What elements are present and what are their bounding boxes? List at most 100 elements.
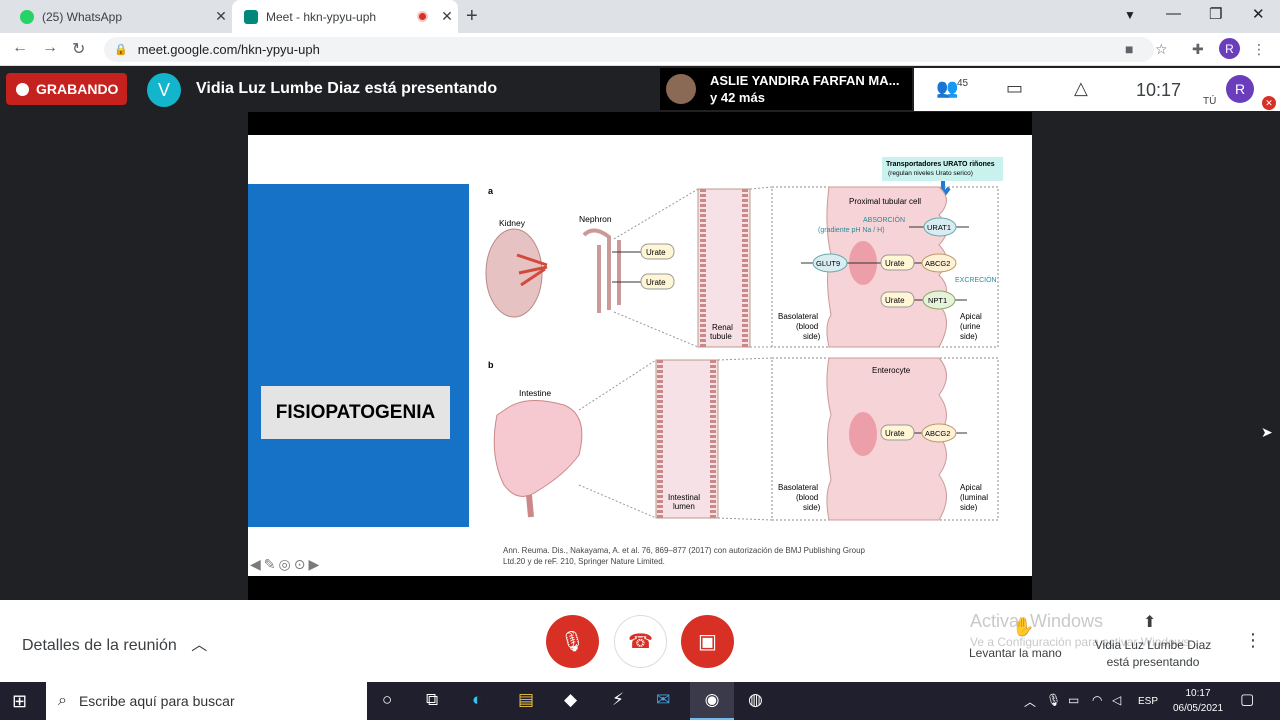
battery-icon[interactable]: ▭ (1068, 693, 1079, 707)
presenter-text: Vidia Luz Lumbe Diaz está presentando (196, 80, 498, 97)
next-slide-icon[interactable]: ▶ (308, 556, 322, 572)
more-options-button[interactable]: ⋮ (1244, 630, 1262, 651)
mic-muted-icon: ✕ (1262, 96, 1276, 110)
people-icon[interactable]: 👥 (936, 78, 958, 99)
presenting-status[interactable]: Vidia Luz Lumbe Diaz está presentando (1094, 637, 1212, 671)
close-window-icon[interactable]: ✕ (1252, 5, 1265, 23)
taskbar-date: 06/05/2021 (1172, 703, 1224, 714)
urate-label-5: Urate (885, 429, 905, 438)
apical-label-b: Apical (960, 483, 982, 492)
meeting-clock: 10:17 (1136, 80, 1182, 100)
tab-title: (25) WhatsApp (42, 9, 123, 24)
chevron-up-icon: ︿ (191, 637, 208, 654)
task-view-icon[interactable]: ⧉ (426, 690, 438, 710)
urate-label-4: Urate (885, 296, 905, 305)
camera-icon[interactable]: ■ (1125, 41, 1133, 57)
mic-toggle-button[interactable]: 🎙 (546, 615, 599, 668)
camera-off-icon: ▣ (698, 631, 717, 653)
cell-nucleus-b (849, 412, 877, 456)
edge-icon[interactable]: ◐ (472, 690, 482, 710)
browser-toolbar: ← → ↻ 🔒 meet.google.com/hkn-ypyu-uph ■ ☆… (0, 33, 1280, 66)
reload-icon[interactable]: ↻ (72, 39, 85, 59)
tab-title: Meet - hkn-ypyu-uph (266, 9, 377, 24)
chrome-taskbar-icon[interactable]: ◉ (690, 682, 734, 720)
lock-icon: 🔒 (114, 44, 128, 56)
pen-icon[interactable]: ✎ (264, 556, 279, 572)
more-options-icon[interactable]: ⊙ (294, 556, 309, 572)
windows-start-icon[interactable]: ⊞ (12, 691, 27, 712)
menu-icon[interactable]: ⋮ (1252, 41, 1266, 58)
tab-meet[interactable]: Meet - hkn-ypyu-uph ✕ (232, 0, 458, 33)
taskbar-search-placeholder: Escribe aquí para buscar (78, 693, 235, 709)
close-icon[interactable]: ✕ (436, 8, 458, 25)
urat1-label: URAT1 (927, 223, 951, 232)
urate-label-2: Urate (646, 278, 666, 287)
chat-icon[interactable]: ▭ (1006, 78, 1023, 99)
side-label-a: side) (803, 332, 821, 341)
address-bar[interactable]: 🔒 meet.google.com/hkn-ypyu-uph (104, 37, 1154, 62)
intestinal-label-2: lumen (673, 502, 695, 511)
taskbar-clock[interactable]: 10:17 06/05/2021 (1168, 686, 1228, 716)
profile-avatar[interactable]: R (1219, 38, 1240, 59)
language-indicator[interactable]: ESP (1138, 696, 1158, 707)
new-tab-icon[interactable]: + (466, 5, 478, 28)
present-screen-icon[interactable]: ⬆ (1143, 612, 1156, 632)
cortana-icon[interactable]: ○ (382, 690, 392, 710)
grid-icon[interactable]: ◎ (279, 556, 294, 572)
bookmark-star-icon[interactable]: ☆ (1155, 41, 1168, 58)
recording-label: GRABANDO (36, 81, 119, 97)
urate-transport-figure: a b Transportadores URATO riñones (regul… (485, 157, 1003, 521)
meeting-details-button[interactable]: Detalles de la reunión ︿ (22, 631, 207, 655)
recording-icon (417, 11, 428, 22)
participant-chip[interactable]: ASLIE YANDIRA FARFAN MA... y 42 más (660, 68, 912, 110)
close-icon[interactable]: ✕ (210, 8, 232, 25)
raise-hand-label[interactable]: Levantar la mano (969, 646, 1062, 660)
presenting-name: Vidia Luz Lumbe Diaz (1094, 638, 1212, 652)
taskbar-search[interactable]: ⌕ Escribe aquí para buscar (46, 682, 367, 720)
mail-icon[interactable]: ✉ (656, 690, 670, 710)
raise-hand-icon[interactable]: ✋ (1012, 617, 1034, 638)
record-dot-icon (16, 82, 29, 96)
back-icon[interactable]: ← (12, 39, 28, 57)
activities-icon[interactable]: △ (1074, 78, 1088, 99)
self-avatar: R (1226, 75, 1254, 103)
activate-windows-title: Activar Windows (970, 611, 1104, 631)
notifications-icon[interactable]: ▢ (1240, 690, 1254, 708)
self-label: TÚ (1203, 96, 1217, 107)
extensions-icon[interactable]: ✚ (1192, 41, 1204, 58)
presenter-avatar: V (147, 73, 181, 107)
callout-subtitle: (regulan niveles Urato serico) (888, 170, 973, 177)
kidney-label: Kidney (499, 218, 526, 228)
basolateral-label-b: Basolateral (778, 483, 818, 492)
dropbox-icon[interactable]: ◆ (564, 690, 577, 710)
file-explorer-icon[interactable]: ▤ (518, 690, 534, 710)
proximal-cell-label: Proximal tubular cell (849, 197, 921, 206)
blood-label-b: (blood (796, 493, 818, 502)
camera-toggle-button[interactable]: ▣ (681, 615, 734, 668)
taskbar-time: 10:17 (1185, 688, 1211, 699)
app-lightning-icon[interactable]: ⚡ (612, 690, 624, 710)
meeting-details-label: Detalles de la reunión (22, 637, 177, 654)
obs-icon[interactable]: ◍ (748, 690, 763, 710)
tray-chevron-icon[interactable]: ︿ (1024, 693, 1036, 710)
tray-mic-icon[interactable]: 🎙 (1046, 693, 1061, 707)
wifi-icon[interactable]: ◠ (1092, 693, 1102, 707)
tab-whatsapp[interactable]: (25) WhatsApp ✕ (8, 0, 232, 33)
url-text: meet.google.com/hkn-ypyu-uph (137, 42, 320, 57)
urate-label-3: Urate (885, 259, 905, 268)
leave-call-button[interactable]: ☎ (614, 615, 667, 668)
minimize-icon[interactable]: — (1166, 5, 1181, 22)
participant-name: ASLIE YANDIRA FARFAN MA... (710, 73, 900, 88)
callout-title: Transportadores URATO riñones (886, 161, 995, 168)
mouse-cursor-icon: ➤ (1261, 424, 1273, 440)
slide-blue-panel: FISIOPATOGENIA (248, 184, 469, 527)
prev-slide-icon[interactable]: ◀ (250, 556, 264, 572)
luminal-label: (luminal (960, 493, 988, 502)
absorcion-label: ABSORCIÓN (863, 215, 905, 224)
volume-icon[interactable]: ◁ (1112, 693, 1121, 707)
restore-icon[interactable]: ❐ (1209, 5, 1222, 23)
intestine-label: Intestine (519, 388, 551, 398)
forward-icon[interactable]: → (42, 39, 58, 57)
urine-label: (urine (960, 322, 981, 331)
tab-search-icon[interactable]: ▼ (1124, 8, 1136, 22)
